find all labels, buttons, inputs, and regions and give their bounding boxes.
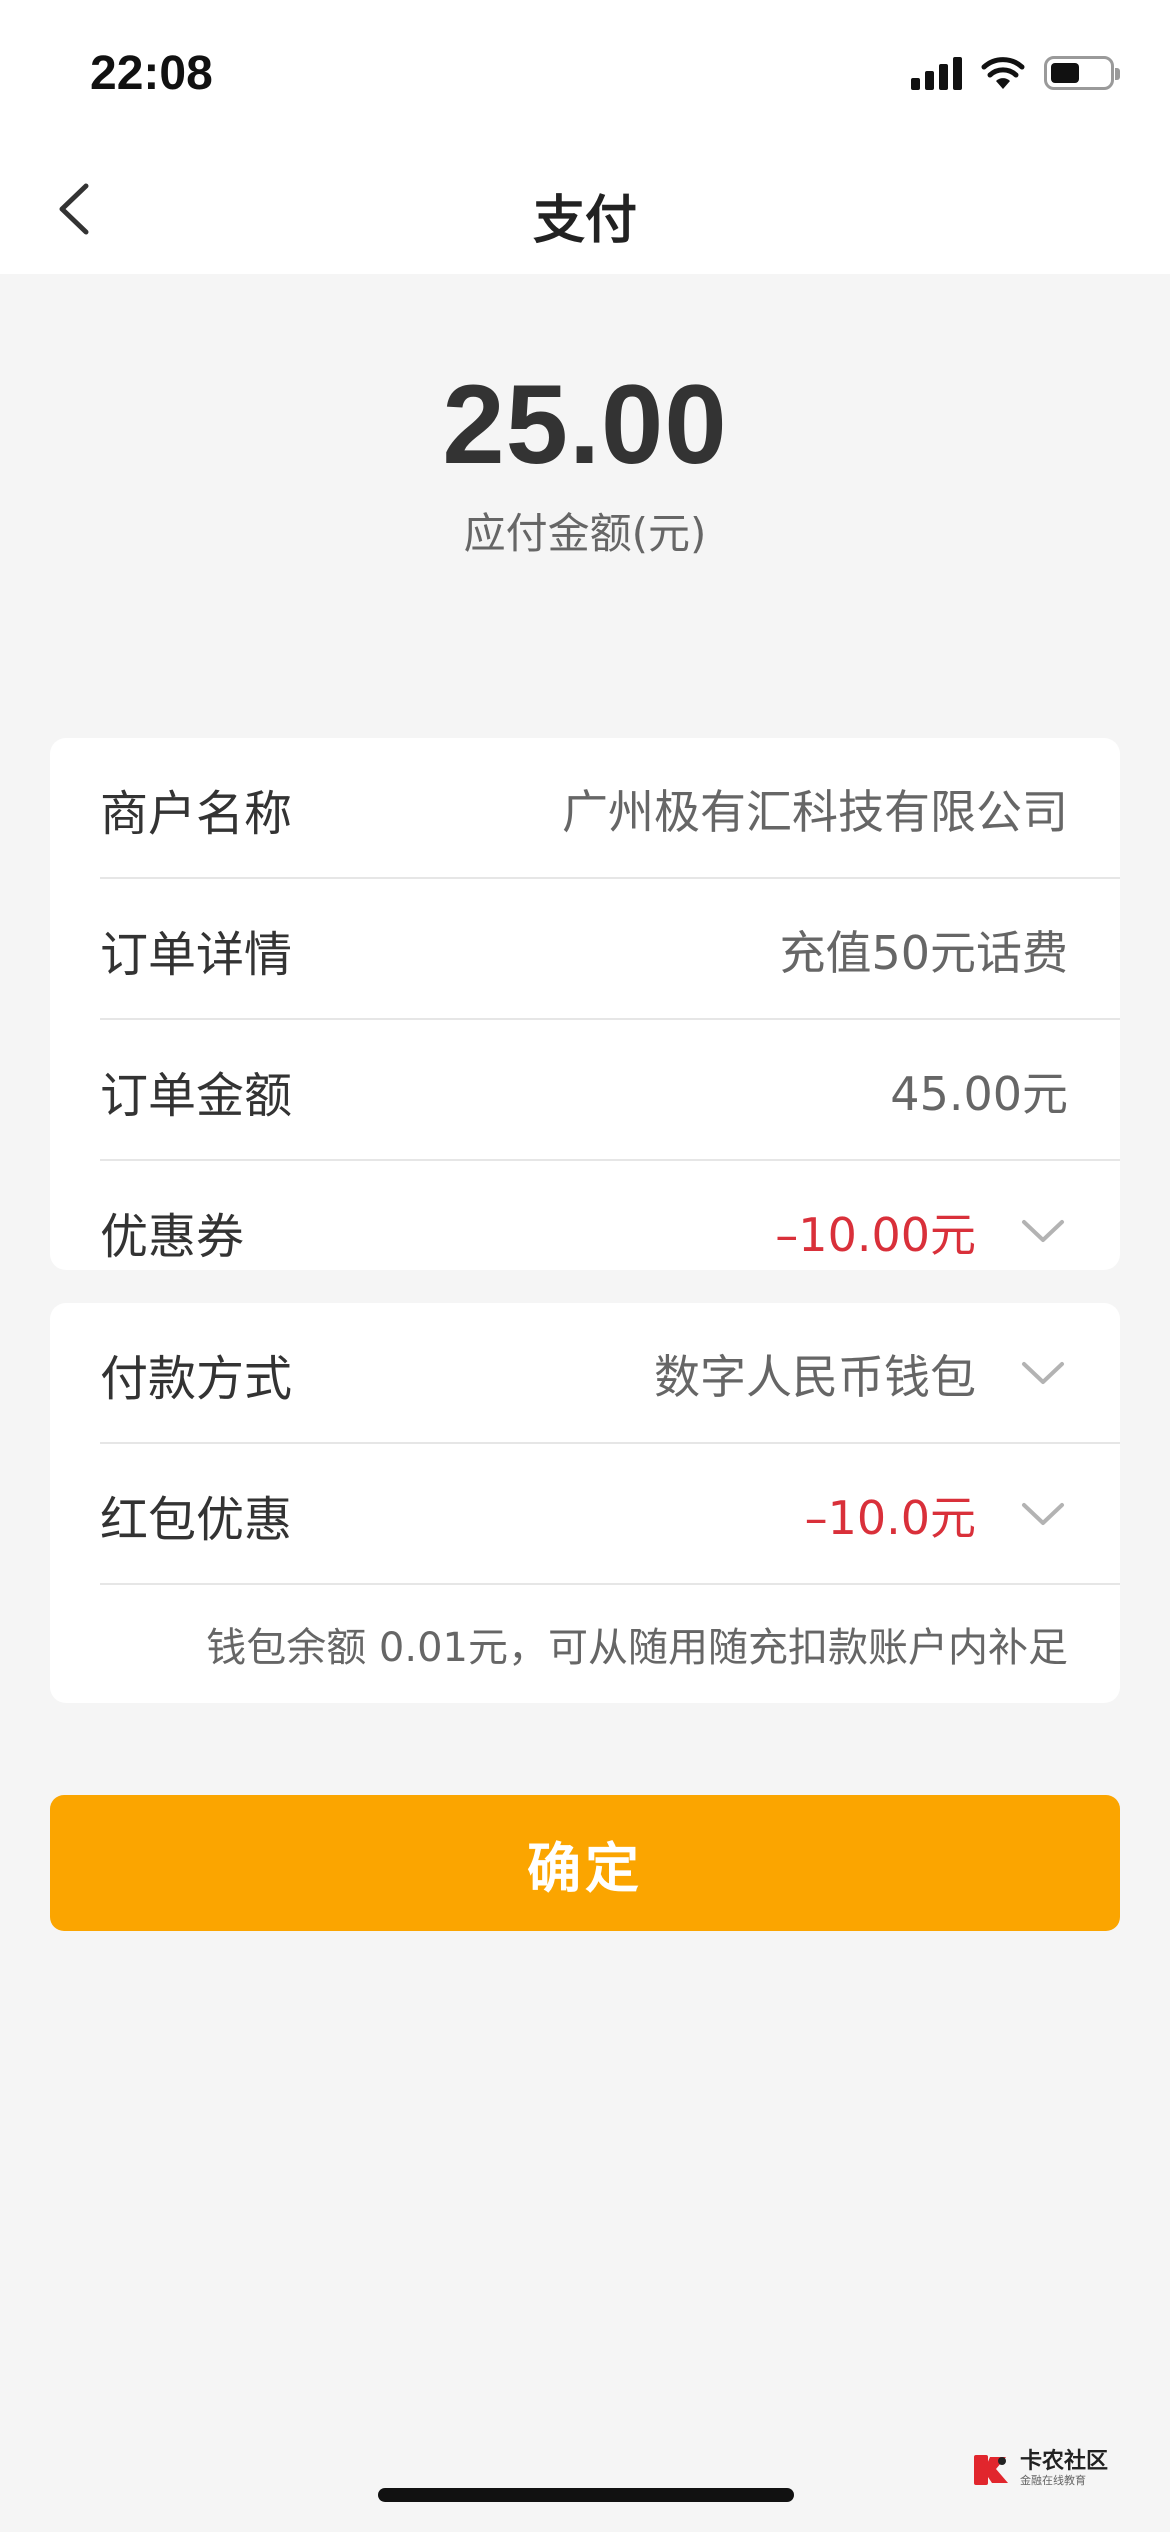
payable-amount-label: 应付金额(元) xyxy=(463,509,707,558)
payable-amount: 25.00 xyxy=(442,362,728,487)
order-amount-label: 订单金额 xyxy=(100,1067,293,1124)
wifi-icon xyxy=(981,57,1025,89)
divider xyxy=(100,1583,1120,1585)
watermark: 卡农社区 金融在线教育 xyxy=(972,2440,1122,2498)
status-bar: 22:08 xyxy=(0,0,1170,148)
confirm-button[interactable]: 确定 xyxy=(50,1795,1120,1931)
watermark-text: 卡农社区 金融在线教育 xyxy=(1020,2450,1108,2488)
status-icons xyxy=(911,50,1120,96)
watermark-main: 卡农社区 xyxy=(1020,2449,1109,2474)
status-time: 22:08 xyxy=(90,47,213,100)
order-info-card: 商户名称 广州极有汇科技有限公司 订单详情 充值50元话费 订单金额 45.00… xyxy=(50,738,1120,1270)
coupon-label: 优惠券 xyxy=(100,1208,245,1265)
watermark-logo-icon xyxy=(974,2455,1008,2485)
chevron-down-icon[interactable] xyxy=(1020,1212,1066,1252)
merchant-label: 商户名称 xyxy=(100,785,293,842)
red-packet-value: –10.0元 xyxy=(804,1490,976,1545)
payment-card: 付款方式 数字人民币钱包 红包优惠 –10.0元 钱包余额 0.01元，可从随用… xyxy=(50,1303,1120,1703)
order-detail-value: 充值50元话费 xyxy=(779,925,1068,980)
coupon-row[interactable]: 优惠券 –10.00元 xyxy=(50,1161,1120,1302)
order-amount-value: 45.00元 xyxy=(890,1066,1068,1121)
chevron-down-icon[interactable] xyxy=(1020,1354,1066,1394)
payment-method-row[interactable]: 付款方式 数字人民币钱包 xyxy=(50,1303,1120,1444)
coupon-value: –10.00元 xyxy=(775,1207,976,1262)
battery-icon xyxy=(1044,56,1120,90)
watermark-sub: 金融在线教育 xyxy=(1020,2474,1086,2487)
order-detail-label: 订单详情 xyxy=(100,926,293,983)
wallet-balance-note: 钱包余额 0.01元，可从随用随充扣款账户内补足 xyxy=(206,1625,1068,1671)
merchant-value: 广州极有汇科技有限公司 xyxy=(562,784,1068,839)
battery-level xyxy=(1051,63,1079,83)
payment-method-value: 数字人民币钱包 xyxy=(654,1349,976,1404)
payment-page: 22:08 支付 25.00 应付金额(元) 商户名称 广州极有汇科技有限公司 … xyxy=(0,0,1170,2532)
signal-icon xyxy=(911,56,962,90)
home-indicator[interactable] xyxy=(378,2488,794,2502)
chevron-down-icon[interactable] xyxy=(1020,1495,1066,1535)
order-detail-row: 订单详情 充值50元话费 xyxy=(50,879,1120,1020)
red-packet-label: 红包优惠 xyxy=(100,1491,293,1548)
merchant-row: 商户名称 广州极有汇科技有限公司 xyxy=(50,738,1120,879)
page-title: 支付 xyxy=(532,191,637,251)
payment-method-label: 付款方式 xyxy=(100,1350,293,1407)
red-packet-row[interactable]: 红包优惠 –10.0元 xyxy=(50,1444,1120,1585)
order-amount-row: 订单金额 45.00元 xyxy=(50,1020,1120,1161)
nav-bar: 支付 xyxy=(0,148,1170,274)
